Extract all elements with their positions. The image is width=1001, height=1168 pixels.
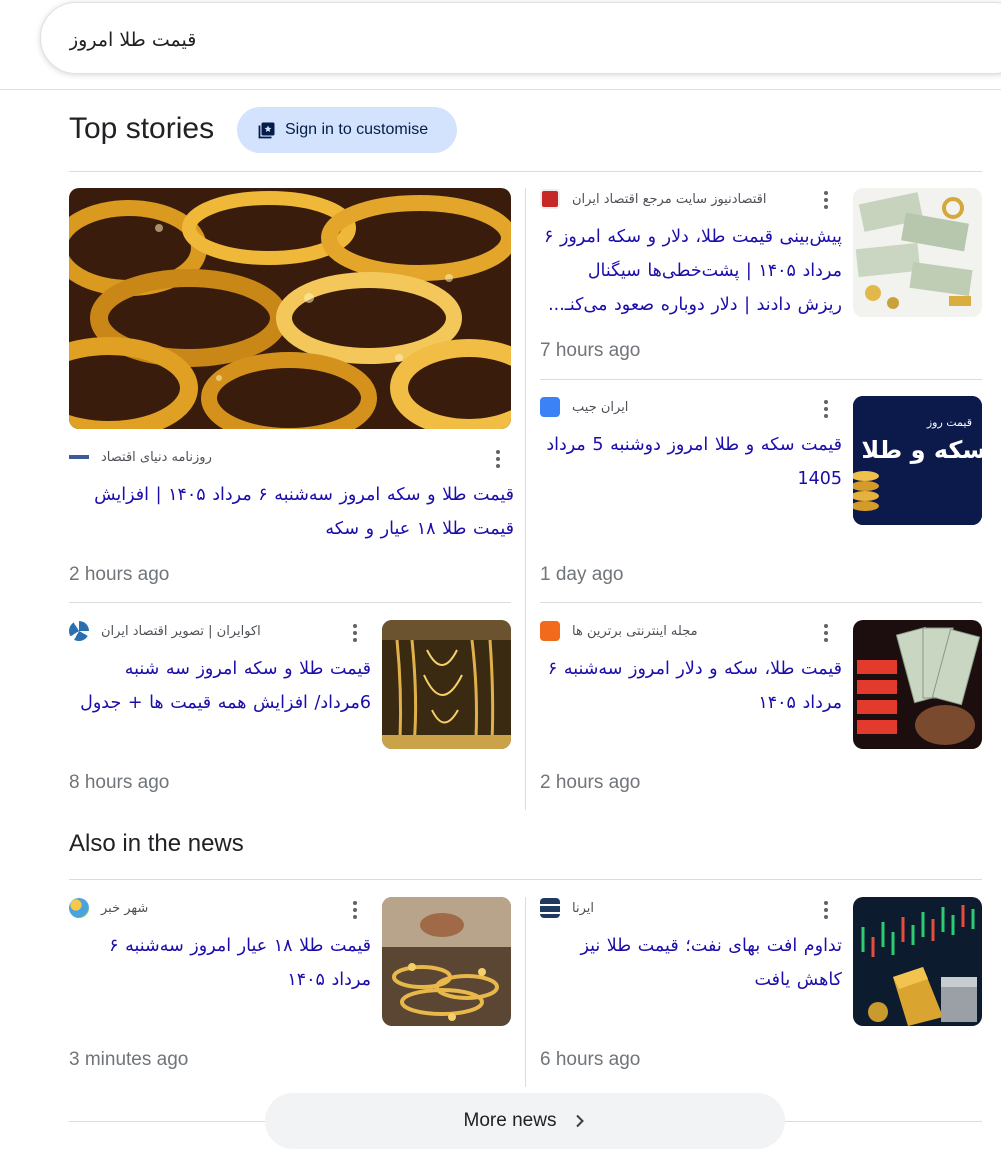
dunya-eqtesad-icon xyxy=(69,447,89,467)
story-thumbnail[interactable] xyxy=(853,897,982,1026)
story-thumbnail[interactable] xyxy=(382,620,511,749)
story-headline[interactable]: قیمت طلا ۱۸ عیار امروز سه‌شنبه ۶ مرداد ۱… xyxy=(69,929,371,997)
more-options-icon[interactable] xyxy=(816,188,836,212)
gold-bars-chart-image xyxy=(853,897,982,1026)
story-time: 2 hours ago xyxy=(69,564,170,585)
bartarinha-icon xyxy=(540,621,560,641)
story-time: 2 hours ago xyxy=(540,772,641,793)
story-headline[interactable]: قیمت طلا و سکه امروز سه شنبه 6مرداد/ افز… xyxy=(69,652,371,720)
source-name: شهر خبر xyxy=(101,900,149,916)
gold-bangles-image xyxy=(69,188,511,429)
column-divider xyxy=(525,897,526,1087)
story-headline[interactable]: قیمت طلا و سکه امروز سه‌شنبه ۶ مرداد ۱۴۰… xyxy=(69,478,514,546)
story-thumbnail[interactable]: قیمت روز سکه و طلا xyxy=(853,396,982,525)
story-source: مجله اینترنتی برترین ها xyxy=(540,621,698,641)
story-time: 3 minutes ago xyxy=(69,1049,189,1070)
divider xyxy=(69,602,511,603)
eghtesadnews-icon xyxy=(540,189,560,209)
more-options-icon[interactable] xyxy=(816,621,836,645)
column-divider xyxy=(525,188,526,810)
story-thumbnail[interactable] xyxy=(853,620,982,749)
source-name: مجله اینترنتی برترین ها xyxy=(572,623,698,639)
story-thumbnail[interactable] xyxy=(382,897,511,1026)
divider xyxy=(69,171,982,172)
story-time: 6 hours ago xyxy=(540,1049,641,1070)
more-options-icon[interactable] xyxy=(488,447,508,471)
divider xyxy=(69,879,982,880)
source-name: اقتصادنیوز سایت مرجع اقتصاد ایران xyxy=(572,191,767,207)
gold-necklaces-image xyxy=(382,620,511,749)
dollars-gold-image xyxy=(853,188,982,317)
story-source: ایرنا xyxy=(540,898,594,918)
gold-jewelry-hand-image xyxy=(382,897,511,1026)
source-name: روزنامه دنیای اقتصاد xyxy=(101,449,212,465)
divider xyxy=(540,379,982,380)
more-options-icon[interactable] xyxy=(816,898,836,922)
story-source: شهر خبر xyxy=(69,898,148,918)
top-stories-title: Top stories xyxy=(69,112,215,145)
search-bar[interactable] xyxy=(40,2,1001,74)
search-input[interactable] xyxy=(69,25,469,55)
more-news-label: More news xyxy=(463,1110,557,1131)
story-source: ایران جیب xyxy=(540,397,628,417)
more-news-button[interactable]: More news xyxy=(265,1093,785,1149)
story-time: 8 hours ago xyxy=(69,772,170,793)
story-headline[interactable]: قیمت سکه و طلا امروز دوشنبه 5 مرداد 1405 xyxy=(540,428,842,496)
shahrekhabar-icon xyxy=(69,898,89,918)
news-customise-icon xyxy=(258,122,275,139)
irna-icon xyxy=(540,898,560,918)
iranjib-icon xyxy=(540,397,560,417)
more-options-icon[interactable] xyxy=(816,397,836,421)
also-in-the-news-title: Also in the news xyxy=(69,830,244,857)
sign-in-label: Sign in to customise xyxy=(285,121,429,138)
story-source: روزنامه دنیای اقتصاد xyxy=(69,447,212,467)
ecoiran-icon xyxy=(69,621,89,641)
story-headline[interactable]: تداوم افت بهای نفت؛ قیمت طلا نیز کاهش یا… xyxy=(540,929,842,997)
source-name: ایران جیب xyxy=(572,399,629,415)
thumb-text-main: سکه و طلا xyxy=(861,436,982,464)
more-options-icon[interactable] xyxy=(345,621,365,645)
sign-in-to-customise-button[interactable]: Sign in to customise xyxy=(237,107,457,153)
story-source: اکوایران | تصویر اقتصاد ایران xyxy=(69,621,261,641)
header-divider xyxy=(0,89,1001,90)
story-headline[interactable]: قیمت طلا، سکه و دلار امروز سه‌شنبه ۶ مرد… xyxy=(540,652,842,720)
thumb-text-top: قیمت روز xyxy=(926,416,972,429)
story-source: اقتصادنیوز سایت مرجع اقتصاد ایران xyxy=(540,189,767,209)
dollar-board-image xyxy=(853,620,982,749)
divider xyxy=(540,602,982,603)
story-time: 7 hours ago xyxy=(540,340,641,361)
more-options-icon[interactable] xyxy=(345,898,365,922)
story-thumbnail[interactable] xyxy=(853,188,982,317)
chevron-right-icon xyxy=(576,1114,585,1128)
story-thumbnail[interactable] xyxy=(69,188,511,429)
source-name: اکوایران | تصویر اقتصاد ایران xyxy=(101,623,261,639)
source-name: ایرنا xyxy=(572,900,594,916)
story-time: 1 day ago xyxy=(540,564,624,585)
story-headline[interactable]: پیش‌بینی قیمت طلا، دلار و سکه امروز ۶ مر… xyxy=(540,220,842,322)
